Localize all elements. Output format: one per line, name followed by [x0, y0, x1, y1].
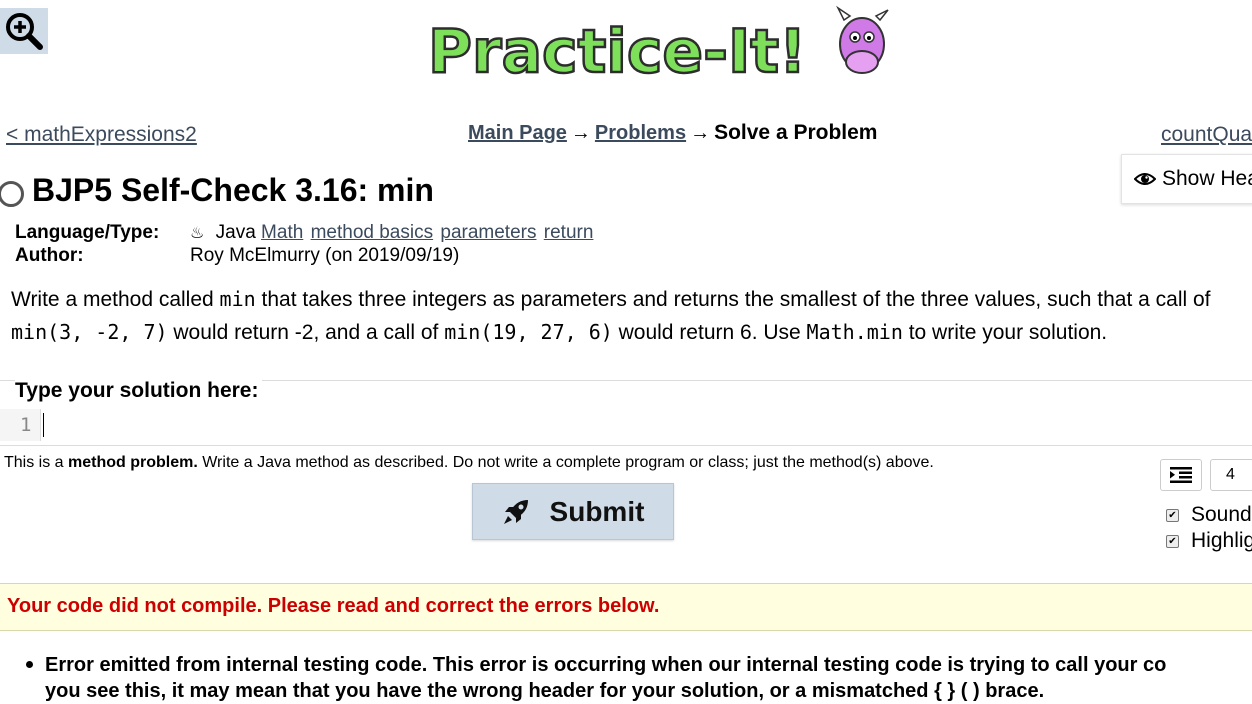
breadcrumb: Main Page → Problems → Solve a Problem — [468, 121, 877, 145]
sound-checkbox[interactable]: ✔ — [1166, 508, 1179, 522]
indent-button[interactable] — [1160, 459, 1202, 491]
submit-label: Submit — [549, 495, 645, 527]
zoom-in-icon — [6, 13, 43, 50]
method-problem-note: This is a method problem. Write a Java m… — [4, 454, 934, 471]
breadcrumb-arrow: → — [570, 122, 591, 144]
error-list-item: Error emitted from internal testing code… — [45, 652, 1252, 704]
submit-button[interactable]: Submit — [472, 483, 674, 540]
list-bullet — [26, 661, 33, 668]
language-name: Java — [215, 222, 256, 243]
highlight-label: Highlig — [1191, 529, 1252, 552]
author-value: Roy McElmurry (on 2019/09/19) — [190, 245, 460, 266]
problem-description: Write a method called min that takes thr… — [11, 287, 1211, 344]
problems-link[interactable]: Problems — [595, 122, 686, 144]
highlight-checkbox[interactable]: ✔ — [1166, 534, 1179, 548]
tag-link[interactable]: Math — [261, 222, 303, 243]
next-problem-link[interactable]: countQua — [1161, 123, 1252, 147]
zoom-button[interactable] — [0, 8, 48, 54]
breadcrumb-arrow: → — [690, 122, 711, 144]
tag-link[interactable]: method basics — [311, 222, 434, 243]
java-icon: ♨ — [190, 225, 205, 242]
show-header-label: Show Hea — [1162, 167, 1252, 190]
problem-status-icon — [0, 181, 24, 207]
error-text-line: Error emitted from internal testing code… — [45, 654, 1167, 676]
rocket-icon — [503, 499, 528, 524]
tab-size-input[interactable]: 4 — [1210, 459, 1252, 491]
author-label: Author: — [15, 245, 84, 266]
code-editor[interactable] — [44, 409, 1252, 441]
tag-link[interactable]: return — [544, 222, 594, 243]
highlight-option[interactable]: ✔ Highlig — [1166, 529, 1252, 553]
logo-text: Practice-It! — [428, 17, 806, 84]
language-value: ♨ Java Math method basics parameters ret… — [190, 222, 595, 244]
sound-option[interactable]: ✔ Sound — [1166, 503, 1252, 527]
compile-error-message: Your code did not compile. Please read a… — [7, 595, 660, 617]
show-header-button[interactable]: Show Hea — [1121, 154, 1252, 204]
eye-icon — [1134, 173, 1156, 185]
breadcrumb-current: Solve a Problem — [714, 121, 878, 144]
tag-link[interactable]: parameters — [440, 222, 536, 243]
problem-title: BJP5 Self-Check 3.16: min — [32, 172, 434, 208]
previous-problem-link[interactable]: < mathExpressions2 — [6, 123, 197, 147]
error-text-line: you see this, it may mean that you have … — [45, 680, 1045, 702]
cow-mascot-icon — [836, 5, 889, 74]
solution-legend: Type your solution here: — [15, 379, 263, 403]
main-page-link[interactable]: Main Page — [468, 122, 567, 144]
text-cursor — [43, 413, 44, 437]
language-label: Language/Type: — [15, 222, 160, 243]
indent-icon — [1170, 467, 1192, 483]
line-number: 1 — [20, 414, 32, 436]
sound-label: Sound — [1191, 503, 1252, 526]
practice-it-logo[interactable]: Practice-It! — [426, 4, 898, 84]
